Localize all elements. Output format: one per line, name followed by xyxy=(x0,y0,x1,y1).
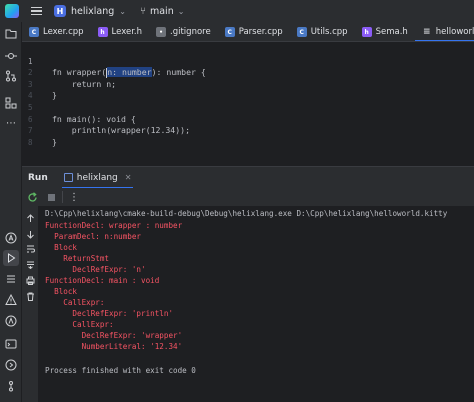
run-toolbar: ⋮ xyxy=(22,188,474,206)
project-name: helixlang xyxy=(71,5,115,17)
tab-lexer-h[interactable]: h Lexer.h xyxy=(91,22,149,41)
more-options-icon[interactable]: ⋮ xyxy=(66,189,82,205)
code-line: 3 } xyxy=(22,67,474,101)
version-control-icon[interactable] xyxy=(3,378,19,394)
debug-icon[interactable] xyxy=(3,357,19,373)
run-config-label: helixlang xyxy=(76,172,118,183)
ai-assistant-icon[interactable] xyxy=(3,230,19,246)
code-editor[interactable]: 1 fn wrapper(n: number): number { 2 retu… xyxy=(22,42,474,165)
main-menu-icon[interactable] xyxy=(31,6,42,16)
console-exit-message: Process finished with exit code 0 xyxy=(45,366,196,375)
structure-icon[interactable] xyxy=(3,95,19,111)
tab-gitignore[interactable]: • .gitignore xyxy=(149,22,218,41)
run-panel-title: Run xyxy=(28,172,48,183)
trash-icon[interactable] xyxy=(24,290,36,302)
cpp-file-icon: C xyxy=(296,27,307,37)
scroll-up-icon[interactable] xyxy=(24,212,36,224)
tab-utils-cpp[interactable]: C Utils.cpp xyxy=(290,22,355,41)
console-command-line: D:\Cpp\helixlang\cmake-build-debug\Debug… xyxy=(45,209,448,218)
tab-label: Lexer.cpp xyxy=(43,27,84,37)
console-output-line: Block xyxy=(45,243,78,252)
header-file-icon: h xyxy=(361,27,372,37)
tab-label: Sema.h xyxy=(375,27,408,37)
code-text: } xyxy=(52,136,57,147)
console-output-line: ParamDecl: n:number xyxy=(45,232,142,241)
run-panel-header: Run helixlang ✕ xyxy=(22,166,474,188)
tab-label: Lexer.h xyxy=(111,27,143,37)
tab-lexer-cpp[interactable]: C Lexer.cpp xyxy=(22,22,91,41)
tab-label: helloworld.kitty xyxy=(435,27,474,37)
console-output-line: DeclRefExpr: 'println' xyxy=(45,309,174,318)
gitignore-file-icon: • xyxy=(156,27,167,37)
close-icon[interactable]: ✕ xyxy=(125,173,132,182)
rerun-icon[interactable] xyxy=(24,189,40,205)
project-selector[interactable]: H helixlang ⌄ xyxy=(54,5,126,17)
tab-label: Utils.cpp xyxy=(310,27,348,37)
title-bar: H helixlang ⌄ ⑂ main ⌄ xyxy=(0,0,474,22)
run-config-icon xyxy=(63,173,73,182)
commit-icon[interactable] xyxy=(3,48,19,64)
console-output-line: DeclRefExpr: 'n' xyxy=(45,265,146,274)
tab-label: Parser.cpp xyxy=(238,27,283,37)
tab-parser-cpp[interactable]: C Parser.cpp xyxy=(218,22,290,41)
code-line: 5 fn main(): void { xyxy=(22,90,474,124)
tab-label: .gitignore xyxy=(170,27,211,37)
terminal-icon[interactable] xyxy=(3,336,19,352)
run-icon[interactable] xyxy=(3,250,19,266)
cpp-file-icon: C xyxy=(224,27,235,37)
app-logo-icon[interactable] xyxy=(5,4,19,18)
text-file-icon: ≡ xyxy=(423,27,431,37)
console-output-line: FunctionDecl: main : void xyxy=(45,276,160,285)
problems-icon[interactable] xyxy=(3,292,19,308)
console-output-line: NumberLiteral: '12.34' xyxy=(45,342,183,351)
code-line: 7 } xyxy=(22,114,474,147)
editor-tabs: C Lexer.cpp h Lexer.h • .gitignore C Par… xyxy=(22,22,474,42)
console-output[interactable]: D:\Cpp\helixlang\cmake-build-debug\Debug… xyxy=(38,206,474,402)
run-side-toolbar xyxy=(22,206,38,402)
console-output-line: CallExpr: xyxy=(45,298,105,307)
project-folder-icon[interactable] xyxy=(3,26,19,42)
git-branch-icon: ⑂ xyxy=(139,5,146,17)
services-icon[interactable] xyxy=(3,271,19,287)
cpp-file-icon: C xyxy=(29,27,39,37)
project-badge: H xyxy=(54,5,66,17)
scroll-down-icon[interactable] xyxy=(24,228,36,240)
code-line: 4 xyxy=(22,79,474,100)
console-output-line: FunctionDecl: wrapper : number xyxy=(45,221,183,230)
print-icon[interactable] xyxy=(24,274,36,286)
more-tools-icon[interactable]: ⋯ xyxy=(3,115,19,131)
console-output-line: Block xyxy=(45,287,78,296)
pull-requests-icon[interactable] xyxy=(3,68,19,84)
tab-helloworld-kitty[interactable]: ≡ helloworld.kitty xyxy=(415,22,474,41)
console-output-line: CallExpr: xyxy=(45,320,114,329)
console-output-line: ReturnStmt xyxy=(45,254,110,263)
scroll-to-end-icon[interactable] xyxy=(24,258,36,270)
console-output-line: DeclRefExpr: 'wrapper' xyxy=(45,331,183,340)
code-line: 8 xyxy=(22,125,474,147)
tool-window-strip: ⋯ xyxy=(0,22,22,402)
code-line: 6 println(wrapper(12.34)); xyxy=(22,102,474,136)
stop-icon[interactable] xyxy=(43,189,59,205)
chevron-down-icon: ⌄ xyxy=(119,6,126,16)
chevron-down-icon: ⌄ xyxy=(177,6,185,16)
code-line: 2 return n; xyxy=(22,56,474,89)
tab-sema-h[interactable]: h Sema.h xyxy=(355,22,415,41)
line-number: 8 xyxy=(28,137,33,147)
run-config-tab[interactable]: helixlang ✕ xyxy=(62,167,134,189)
branch-name: main xyxy=(149,5,174,17)
toolbar-divider xyxy=(62,191,63,203)
notifications-icon[interactable] xyxy=(3,313,19,329)
code-line: 1 fn wrapper(n: number): number { xyxy=(22,44,474,78)
soft-wrap-icon[interactable] xyxy=(24,242,36,254)
branch-selector[interactable]: ⑂ main ⌄ xyxy=(140,6,184,17)
header-file-icon: h xyxy=(97,27,108,37)
